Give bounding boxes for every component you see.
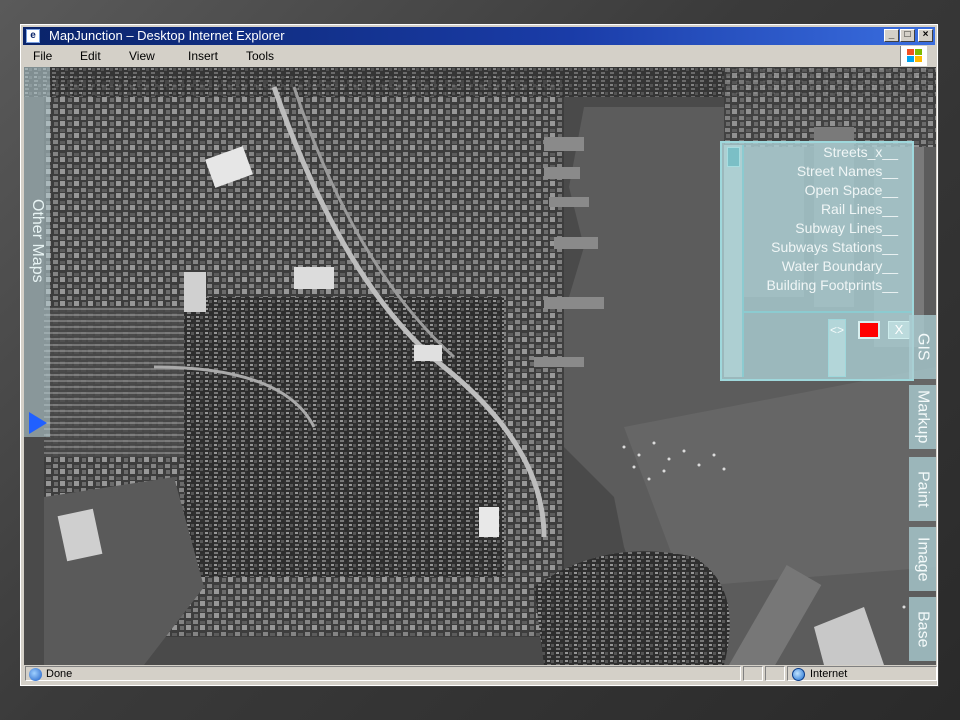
close-button[interactable]: × bbox=[918, 29, 933, 42]
browser-window: e MapJunction – Desktop Internet Explore… bbox=[20, 24, 938, 686]
layer-building-footprints[interactable]: Building Footprints__ bbox=[766, 276, 898, 295]
status-cell-empty-1 bbox=[743, 666, 763, 681]
ie-page-icon bbox=[29, 668, 42, 681]
map-viewport[interactable]: Other Maps Streets_x__ Street Names__ Op… bbox=[24, 67, 936, 665]
menu-view[interactable]: View bbox=[129, 46, 155, 66]
menu-edit[interactable]: Edit bbox=[80, 46, 101, 66]
scroll-thumb[interactable] bbox=[727, 147, 740, 167]
menu-bar: File Edit View Insert Tools bbox=[23, 46, 935, 66]
zone-text: Internet bbox=[810, 668, 848, 680]
layer-street-names[interactable]: Street Names__ bbox=[766, 162, 898, 181]
tab-markup[interactable]: Markup bbox=[909, 385, 936, 449]
layer-subway-lines[interactable]: Subway Lines__ bbox=[766, 219, 898, 238]
layer-open-space[interactable]: Open Space__ bbox=[766, 181, 898, 200]
menu-tools[interactable]: Tools bbox=[246, 46, 274, 66]
tab-base[interactable]: Base bbox=[909, 597, 936, 661]
layer-streets[interactable]: Streets_x__ bbox=[766, 143, 898, 162]
status-text: Done bbox=[46, 668, 73, 680]
layer-subway-stations[interactable]: Subways Stations__ bbox=[766, 238, 898, 257]
menu-insert[interactable]: Insert bbox=[188, 46, 218, 66]
status-bar: Done Internet bbox=[23, 665, 937, 683]
layer-rail-lines[interactable]: Rail Lines__ bbox=[766, 200, 898, 219]
panel-divider bbox=[742, 311, 912, 313]
tab-paint[interactable]: Paint bbox=[909, 457, 936, 521]
other-maps-tab[interactable]: Other Maps bbox=[24, 67, 50, 437]
panel-close-button[interactable]: X bbox=[888, 321, 910, 339]
window-title: MapJunction – Desktop Internet Explorer bbox=[49, 28, 285, 43]
tab-gis[interactable]: GIS bbox=[909, 315, 936, 379]
gis-layer-panel: Streets_x__ Street Names__ Open Space__ … bbox=[720, 141, 914, 381]
color-swatch-red[interactable] bbox=[858, 321, 880, 339]
layer-water-boundary[interactable]: Water Boundary__ bbox=[766, 257, 898, 276]
minimize-button[interactable]: _ bbox=[884, 29, 899, 42]
panel-scrollbar[interactable] bbox=[724, 145, 744, 377]
status-cell-empty-2 bbox=[765, 666, 785, 681]
ie-document-icon: e bbox=[26, 29, 40, 43]
menu-file[interactable]: File bbox=[33, 46, 52, 66]
tab-image[interactable]: Image bbox=[909, 527, 936, 591]
layer-list: Streets_x__ Street Names__ Open Space__ … bbox=[766, 143, 898, 295]
status-main-cell: Done bbox=[25, 666, 741, 681]
windows-logo-icon bbox=[900, 46, 927, 66]
title-bar[interactable]: e MapJunction – Desktop Internet Explore… bbox=[23, 27, 935, 45]
status-zone-cell: Internet bbox=[787, 666, 937, 681]
maximize-button[interactable]: □ bbox=[900, 29, 915, 42]
triangle-right-icon[interactable] bbox=[29, 412, 47, 434]
globe-icon bbox=[792, 668, 805, 681]
panel-resize-handle[interactable]: <> bbox=[828, 319, 846, 377]
other-maps-label: Other Maps bbox=[29, 199, 46, 283]
